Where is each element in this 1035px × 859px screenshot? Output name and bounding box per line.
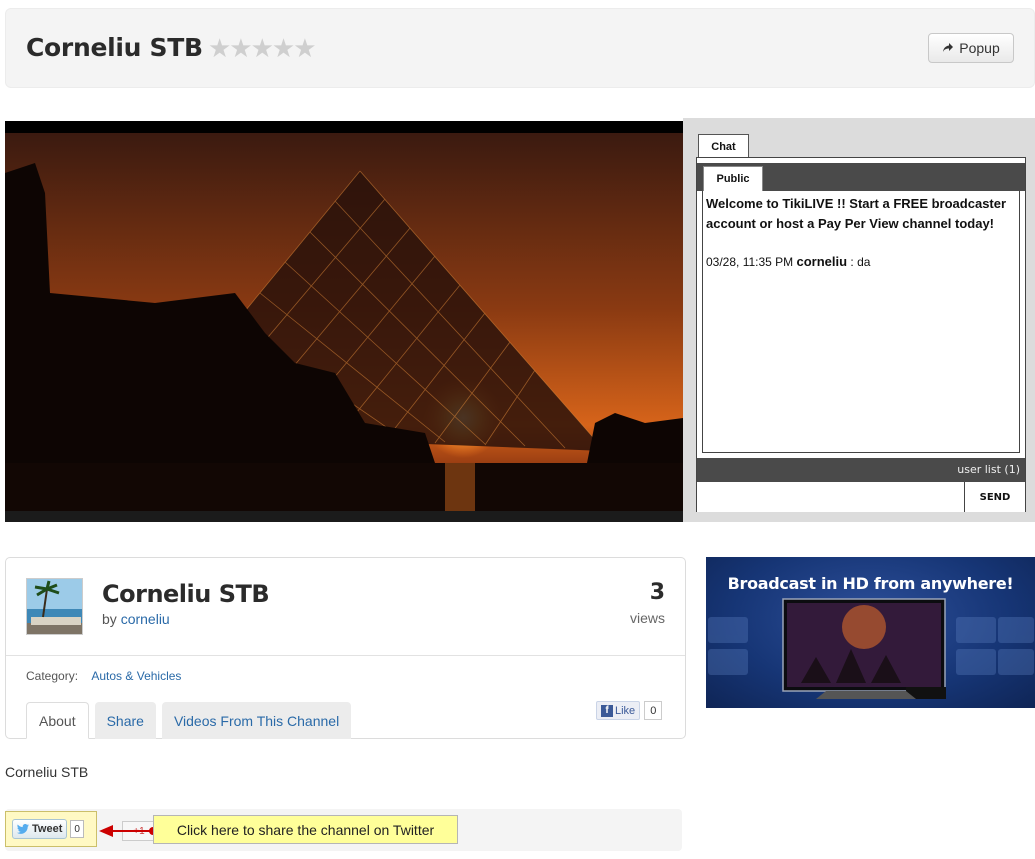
tweet-highlight: Tweet 0: [5, 811, 97, 847]
facebook-like-count: 0: [644, 701, 663, 720]
page-title: Corneliu STB: [26, 33, 203, 62]
tab-videos-from-channel[interactable]: Videos From This Channel: [161, 702, 352, 739]
twitter-share-callout: Click here to share the channel on Twitt…: [153, 815, 458, 844]
chat-frame: Public Welcome to TikiLIVE !! Start a FR…: [696, 157, 1026, 512]
category-row: Category: Autos & Vehicles: [26, 669, 181, 683]
send-button[interactable]: SEND: [965, 482, 1025, 512]
share-arrow-icon: [943, 43, 954, 52]
tab-public[interactable]: Public: [703, 166, 763, 191]
chat-input-row: SEND: [697, 482, 1025, 512]
user-list-link[interactable]: user list (1): [697, 458, 1025, 482]
views-label: views: [629, 610, 665, 626]
video-frame: [5, 133, 683, 522]
chat-messages: Welcome to TikiLIVE !! Start a FREE broa…: [702, 191, 1020, 453]
video-player[interactable]: [5, 121, 683, 522]
channel-header: Corneliu STB ★★★★★ Popup: [5, 8, 1035, 88]
chat-panel: Chat Public Welcome to TikiLIVE !! Start…: [683, 118, 1035, 522]
tweet-count: 0: [70, 820, 84, 838]
video-control-bar[interactable]: [5, 511, 683, 522]
chat-message-user[interactable]: corneliu: [797, 254, 848, 269]
channel-tabs: About Share Videos From This Channel: [26, 702, 352, 739]
category-link[interactable]: Autos & Vehicles: [91, 669, 181, 683]
views-count: 3: [649, 580, 665, 605]
channel-thumbnail[interactable]: [26, 578, 83, 635]
chat-message: 03/28, 11:35 PM corneliu : da: [706, 254, 1016, 269]
channel-thumbnail-image: [27, 579, 82, 634]
chat-message-text: da: [857, 255, 871, 269]
tab-chat[interactable]: Chat: [698, 134, 749, 158]
channel-title: Corneliu STB: [102, 580, 270, 608]
facebook-like-label: Like: [615, 704, 636, 717]
chat-welcome-message: Welcome to TikiLIVE !! Start a FREE broa…: [706, 196, 1007, 231]
chat-message-time: 03/28, 11:35 PM: [706, 255, 794, 269]
chat-message-separator: :: [847, 255, 858, 269]
twitter-bird-icon: [17, 824, 29, 834]
tweet-button[interactable]: Tweet: [12, 819, 68, 839]
chat-input[interactable]: [697, 482, 965, 512]
tab-about[interactable]: About: [26, 702, 89, 739]
tab-share[interactable]: Share: [94, 702, 156, 739]
divider: [6, 655, 685, 656]
popup-button[interactable]: Popup: [928, 33, 1014, 63]
channel-info-panel: Corneliu STB by corneliu 3 views Categor…: [5, 557, 686, 739]
red-arrow-icon: [99, 825, 157, 837]
facebook-like-widget: f Like 0: [596, 701, 663, 720]
author-link[interactable]: corneliu: [121, 611, 170, 627]
rating-stars[interactable]: ★★★★★: [208, 35, 317, 61]
facebook-like-button[interactable]: f Like: [596, 701, 641, 720]
facebook-icon: f: [601, 704, 613, 717]
byline-prefix: by: [102, 611, 117, 627]
channel-byline: by corneliu: [102, 611, 170, 627]
ad-banner[interactable]: Broadcast in HD from anywhere!: [706, 557, 1035, 708]
ad-tv-illustration: [708, 598, 1034, 699]
channel-description: Corneliu STB: [5, 764, 89, 780]
tweet-label: Tweet: [32, 823, 63, 835]
category-label: Category:: [26, 669, 79, 683]
popup-label: Popup: [959, 40, 1000, 56]
